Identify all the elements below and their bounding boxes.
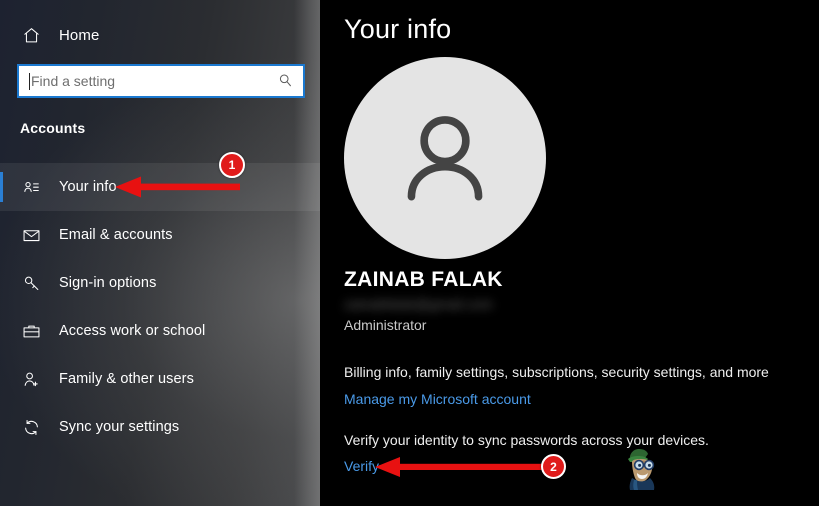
search-placeholder: Find a setting <box>31 73 116 89</box>
user-email-redacted: zainabfalak@gmail.com <box>344 296 493 312</box>
sidebar-item-label: Your info <box>59 179 117 195</box>
main-content: Your info ZAINAB FALAK zainabfalak@gmail… <box>320 0 819 506</box>
home-label: Home <box>59 26 100 44</box>
verify-link[interactable]: Verify <box>344 458 379 474</box>
sidebar-item-your-info[interactable]: Your info <box>0 163 320 211</box>
sidebar-nav: Your info Email & accounts Sign-in optio… <box>0 163 320 451</box>
envelope-icon <box>20 224 42 246</box>
annotation-badge-1: 1 <box>219 152 245 178</box>
verify-description: Verify your identity to sync passwords a… <box>344 432 709 448</box>
manage-microsoft-account-link[interactable]: Manage my Microsoft account <box>344 391 531 407</box>
settings-sidebar: Home Find a setting Accounts Your info E… <box>0 0 320 506</box>
selection-indicator <box>0 172 3 202</box>
sync-icon <box>20 416 42 438</box>
avatar[interactable] <box>344 57 546 259</box>
user-name: ZAINAB FALAK <box>344 268 503 291</box>
sidebar-item-sync-your-settings[interactable]: Sync your settings <box>0 403 320 451</box>
sidebar-item-label: Access work or school <box>59 323 206 339</box>
sidebar-item-label: Sync your settings <box>59 419 180 435</box>
text-caret <box>29 72 30 90</box>
sidebar-item-family-other-users[interactable]: Family & other users <box>0 355 320 403</box>
sidebar-item-label: Email & accounts <box>59 227 173 243</box>
home-icon <box>20 24 42 46</box>
sidebar-item-home[interactable]: Home <box>0 18 320 52</box>
person-add-icon <box>20 368 42 390</box>
cartoon-mascot-watermark <box>628 449 655 490</box>
page-title: Your info <box>344 14 452 44</box>
billing-description: Billing info, family settings, subscript… <box>344 364 769 380</box>
person-avatar-icon <box>407 116 483 201</box>
sidebar-item-label: Sign-in options <box>59 275 157 291</box>
sidebar-item-label: Family & other users <box>59 371 194 387</box>
user-role: Administrator <box>344 317 427 333</box>
sidebar-item-sign-in-options[interactable]: Sign-in options <box>0 259 320 307</box>
key-icon <box>20 272 42 294</box>
sidebar-item-access-work-school[interactable]: Access work or school <box>0 307 320 355</box>
search-input[interactable]: Find a setting <box>17 64 305 98</box>
sidebar-item-email-accounts[interactable]: Email & accounts <box>0 211 320 259</box>
sidebar-group-title: Accounts <box>20 120 86 136</box>
contact-card-icon <box>20 176 42 198</box>
briefcase-icon <box>20 320 42 342</box>
annotation-badge-2: 2 <box>541 454 566 479</box>
search-icon[interactable] <box>277 72 295 90</box>
